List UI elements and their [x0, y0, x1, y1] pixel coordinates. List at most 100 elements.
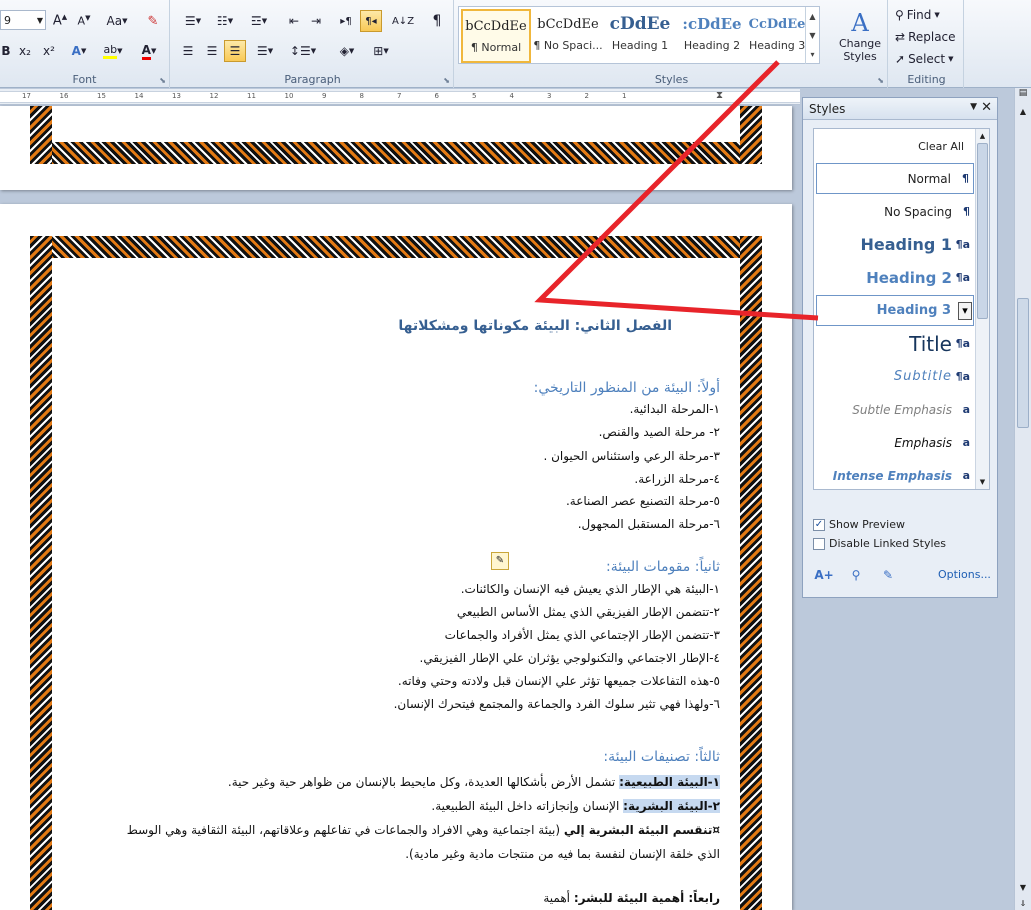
chevron-down-icon[interactable]: ▼: [1015, 883, 1031, 892]
section-heading[interactable]: ثانياً: مقومات البيئة:: [606, 559, 720, 575]
clear-formatting-button[interactable]: ✎: [142, 10, 164, 32]
pane-menu-button[interactable]: ▼: [970, 102, 977, 112]
sort-button[interactable]: A↓Z: [392, 10, 414, 32]
manage-styles-button[interactable]: ✎: [877, 564, 899, 586]
text-effects-button[interactable]: A ▼: [64, 40, 94, 62]
gallery-style-normal[interactable]: bCcDdEe ¶ Normal: [461, 9, 531, 63]
list-item[interactable]: ١-المرحلة البدائية.: [630, 402, 720, 416]
bullets-button[interactable]: ☰ ▼: [178, 10, 208, 32]
list-item[interactable]: ٤-مرحلة الزراعة.: [634, 472, 720, 486]
gallery-scroll-up-button[interactable]: ▲: [805, 7, 819, 26]
chapter-title[interactable]: الفصل الثاني: البيئة مكوناتها ومشكلاتها: [398, 318, 672, 334]
disable-linked-styles-checkbox[interactable]: Disable Linked Styles: [813, 537, 946, 550]
style-item-no-spacing[interactable]: No Spacing ¶: [816, 196, 974, 227]
chevron-up-icon[interactable]: ▲: [1015, 104, 1031, 120]
list-item[interactable]: ٤-الإطار الاجتماعي والتكنولوجي يؤثران عل…: [420, 651, 720, 665]
style-item-intense-emphasis[interactable]: Intense Emphasis a: [816, 460, 974, 491]
dialog-launcher-icon[interactable]: ⬊: [159, 76, 166, 85]
scrollbar-thumb[interactable]: [977, 143, 988, 319]
list-item[interactable]: ٦-ولهذا فهي تثير سلوك الفرد والجماعة وال…: [394, 697, 720, 711]
styles-list-scrollbar[interactable]: ▲ ▼: [975, 129, 989, 489]
indent-marker-icon[interactable]: ⧗: [716, 90, 723, 101]
style-item-normal[interactable]: Normal ¶: [816, 163, 974, 194]
change-case-button[interactable]: Aa ▼: [102, 10, 132, 32]
bold-button[interactable]: B: [0, 40, 12, 62]
options-link[interactable]: Options...: [938, 568, 991, 581]
chevron-down-icon[interactable]: ▼: [976, 475, 989, 489]
list-item[interactable]: ٦-مرحلة المستقبل المجهول.: [578, 517, 720, 531]
align-right-button[interactable]: ☰: [224, 40, 246, 62]
next-page-icon[interactable]: ⇓: [1015, 899, 1031, 908]
rtl-button[interactable]: ¶◂: [360, 10, 382, 32]
horizontal-ruler[interactable]: 17 16 15 14 13 12 11 10 9 8 7 6 5 4 3 2 1 ⧗: [0, 89, 800, 105]
ltr-button[interactable]: ▸¶: [336, 10, 356, 32]
gallery-style-heading-1[interactable]: cDdEe Heading 1: [605, 9, 675, 63]
show-preview-checkbox[interactable]: ✓ Show Preview: [813, 518, 905, 531]
increase-indent-button[interactable]: ⇥: [306, 10, 326, 32]
style-inspector-button[interactable]: ⚲: [845, 564, 867, 586]
align-center-button[interactable]: ☰: [202, 40, 222, 62]
multilevel-list-button[interactable]: ☲ ▼: [244, 10, 274, 32]
dialog-launcher-icon[interactable]: ⬊: [443, 76, 450, 85]
rtl-icon: ¶◂: [365, 15, 377, 27]
list-item[interactable]: ٢-تتضمن الإطار الفيزيقي الذي يمثل الأساس…: [457, 605, 720, 619]
highlight-button[interactable]: ab ▼: [96, 40, 130, 62]
chevron-up-icon[interactable]: ▲: [976, 129, 989, 143]
gallery-style-no-spacing[interactable]: bCcDdEe ¶ No Spaci...: [533, 9, 603, 63]
style-item-emphasis[interactable]: Emphasis a: [816, 427, 974, 458]
close-icon[interactable]: ✕: [981, 100, 992, 115]
section-heading[interactable]: رابعاً: أهمية البيئة للبشر: أهمية: [543, 891, 720, 905]
document-scrollbar[interactable]: ▤ ▲ ▼ ⇓: [1014, 88, 1031, 910]
numbering-button[interactable]: ☷ ▼: [210, 10, 240, 32]
font-color-button[interactable]: A ▼: [134, 40, 164, 62]
paragraph-line[interactable]: ٢-البيئة البشرية: الإنسان وإنجازاته داخل…: [431, 799, 720, 813]
borders-icon: ⊞: [373, 44, 384, 58]
section-heading[interactable]: أولاً: البيئة من المنظور التاريخي:: [534, 380, 720, 396]
style-item-heading-2[interactable]: Heading 2 ¶a: [816, 262, 974, 293]
style-item-subtitle[interactable]: Subtitle ¶a: [816, 361, 974, 392]
subscript-button[interactable]: x₂: [14, 40, 36, 62]
style-item-title[interactable]: Title ¶a: [816, 328, 974, 359]
style-item-heading-1[interactable]: Heading 1 ¶a: [816, 229, 974, 260]
replace-button[interactable]: ⇄ Replace: [894, 26, 964, 48]
justify-button[interactable]: ☰ ▼: [250, 40, 280, 62]
change-styles-button[interactable]: A Change Styles: [836, 4, 884, 68]
gallery-style-heading-3[interactable]: CcDdEe Heading 3: [749, 9, 805, 63]
style-item-subtle-emphasis[interactable]: Subtle Emphasis a: [816, 394, 974, 425]
borders-button[interactable]: ⊞ ▼: [366, 40, 396, 62]
list-item[interactable]: ٥-مرحلة التصنيع عصر الصناعة.: [566, 494, 720, 508]
paragraph-line[interactable]: الذي خلقة الإنسان لنفسة بما فيه من منتجا…: [405, 847, 720, 861]
list-item[interactable]: ٣-تتضمن الإطار الإجتماعي الذي يمثل الأفر…: [445, 628, 720, 642]
gallery-style-heading-2[interactable]: :cDdEe Heading 2: [677, 9, 747, 63]
find-button[interactable]: ⚲ Find ▼: [894, 4, 960, 26]
gallery-scroll-down-button[interactable]: ▼: [805, 26, 819, 45]
select-button[interactable]: ➚ Select ▼: [894, 48, 960, 70]
decrease-indent-button[interactable]: ⇤: [284, 10, 304, 32]
superscript-button[interactable]: x²: [38, 40, 60, 62]
show-hide-button[interactable]: ¶: [426, 10, 448, 32]
align-left-button[interactable]: ☰: [178, 40, 198, 62]
dialog-launcher-icon[interactable]: ⬊: [877, 76, 884, 85]
new-style-button[interactable]: A+: [813, 564, 835, 586]
chevron-down-icon: ▼: [310, 47, 317, 55]
list-item[interactable]: ٢- مرحلة الصيد والقنص.: [599, 425, 720, 439]
style-item-clear-all[interactable]: Clear All: [816, 131, 974, 162]
paste-options-icon[interactable]: ✎: [491, 552, 509, 570]
gallery-more-button[interactable]: ▾: [805, 45, 819, 64]
ruler-toggle-icon[interactable]: ▤: [1015, 88, 1031, 104]
scrollbar-thumb[interactable]: [1017, 298, 1029, 428]
style-item-heading-3[interactable]: Heading 3 ▾: [816, 295, 974, 326]
style-dropdown-icon[interactable]: ▾: [958, 301, 972, 320]
font-size-combo[interactable]: 9 ▼: [0, 10, 46, 30]
paragraph-line[interactable]: ١-البيئة الطبيعية: تشمل الأرض بأشكالها ا…: [228, 775, 720, 789]
shading-button[interactable]: ◈ ▼: [332, 40, 362, 62]
shrink-font-button[interactable]: A▼: [74, 10, 94, 32]
line-spacing-button[interactable]: ↕☰ ▼: [288, 40, 318, 62]
manage-styles-icon: ✎: [882, 568, 894, 582]
grow-font-button[interactable]: A▲: [50, 10, 70, 32]
list-item[interactable]: ١-البيئة هي الإطار الذي يعيش فيه الإنسان…: [461, 582, 720, 596]
list-item[interactable]: ٥-هذه التفاعلات جميعها تؤثر علي الإنسان …: [398, 674, 720, 688]
list-item[interactable]: ٣-مرحلة الرعي واستئناس الحيوان .: [543, 449, 720, 463]
section-heading[interactable]: ثالثاً: تصنيفات البيئة:: [603, 749, 720, 765]
paragraph-line[interactable]: ¤تنقسم البيئة البشرية إلي (بيئة اجتماعية…: [127, 823, 720, 837]
